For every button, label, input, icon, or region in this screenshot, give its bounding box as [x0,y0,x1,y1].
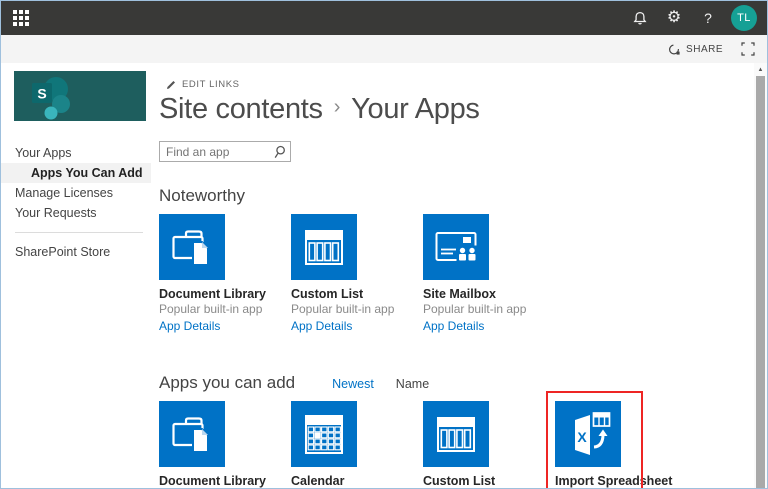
scroll-up-arrow-icon[interactable]: ▲ [754,63,767,76]
app-name: Custom List [423,474,496,488]
app-card-custom-list: Custom List Popular built-in app App Det… [291,214,423,335]
sharepoint-logo[interactable]: S [14,71,146,121]
site-mailbox-icon [435,232,478,263]
app-subtitle: Popular built-in app [159,302,263,316]
app-card-document-library: Document Library App Details [159,401,291,488]
app-details-link[interactable]: App Details [159,319,220,333]
app-name: Document Library [159,287,266,301]
sort-newest-link[interactable]: Newest [332,377,374,391]
custom-list-tile[interactable] [423,401,489,467]
sidebar-nav: Your Apps Apps You Can Add Manage Licens… [1,143,151,262]
sidebar-item-your-requests[interactable]: Your Requests [1,203,151,223]
app-launcher-icon[interactable] [13,9,30,27]
app-details-link[interactable]: App Details [291,319,352,333]
share-label: SHARE [686,43,723,55]
app-name: Import Spreadsheet [555,474,673,488]
section-noteworthy-header: Noteworthy [159,186,767,206]
import-spreadsheet-icon: X [575,412,611,455]
custom-list-icon [437,417,475,452]
share-button[interactable]: SHARE [668,43,723,56]
ribbon-bar: SHARE [1,35,767,63]
section-title: Noteworthy [159,186,245,205]
document-library-tile[interactable] [159,401,225,467]
sidebar-item-sharepoint-store[interactable]: SharePoint Store [1,242,151,262]
edit-links-button[interactable]: EDIT LINKS [166,79,767,90]
vertical-scrollbar[interactable]: ▲ [754,63,767,488]
settings-button[interactable]: ⚙ [657,1,691,35]
app-subtitle: Popular built-in app [291,302,395,316]
svg-text:X: X [577,429,587,445]
section-apps-you-can-add-header: Apps you can add Newest Name [159,373,767,393]
app-card-custom-list: Custom List App Details [423,401,555,488]
breadcrumb-separator-icon: › [333,96,341,118]
account-avatar[interactable]: TL [731,5,757,31]
share-icon [669,43,680,55]
app-card-import-spreadsheet: X Import Spreadsheet App Details [546,391,687,488]
app-card-site-mailbox: Site Mailbox Popular built-in app App De… [423,214,555,335]
gear-icon: ⚙ [666,9,682,26]
focus-icon [741,42,755,56]
sidebar-item-manage-licenses[interactable]: Manage Licenses [1,183,151,203]
calendar-icon [305,415,343,454]
app-search [159,141,291,162]
app-name: Document Library [159,474,266,488]
sort-name-link[interactable]: Name [396,377,429,391]
sidebar-divider [15,232,143,233]
suite-top-bar: ⚙ ? TL [1,1,767,35]
svg-text:S: S [37,86,46,102]
import-spreadsheet-tile[interactable]: X [555,401,621,467]
scrollbar-thumb[interactable] [756,76,765,488]
notifications-button[interactable] [623,1,657,35]
focus-on-content-button[interactable] [741,42,755,56]
section-title: Apps you can add [159,373,296,392]
sharepoint-window: ⚙ ? TL SHARE S Your Apps Apps You Can Ad… [0,0,768,489]
app-subtitle: Popular built-in app [423,302,527,316]
app-name: Calendar [291,474,345,488]
search-input[interactable] [159,141,291,162]
page-title-current: Your Apps [351,93,480,125]
sidebar-item-your-apps[interactable]: Your Apps [1,143,151,163]
breadcrumb: Site contents › Your Apps [159,93,767,126]
app-name: Site Mailbox [423,287,496,301]
document-library-tile[interactable] [159,214,225,280]
app-name: Custom List [291,287,364,301]
app-card-calendar: Calendar App Details [291,401,423,488]
breadcrumb-site-contents[interactable]: Site contents [159,93,323,126]
custom-list-icon [305,230,343,265]
app-card-document-library: Document Library Popular built-in app Ap… [159,214,291,335]
help-icon: ? [704,10,712,26]
apps-you-can-add-tiles: Document Library App Details [159,391,767,488]
calendar-tile[interactable] [291,401,357,467]
main-area: EDIT LINKS Site contents › Your Apps Not… [151,63,767,488]
pencil-icon [167,81,175,89]
custom-list-tile[interactable] [291,214,357,280]
edit-links-label: EDIT LINKS [182,79,240,90]
search-icon[interactable] [273,145,286,159]
bell-icon [633,11,647,25]
noteworthy-tiles: Document Library Popular built-in app Ap… [159,214,767,335]
document-library-icon [172,230,209,266]
document-library-icon [172,417,209,453]
page-content: S Your Apps Apps You Can Add Manage Lice… [1,63,767,488]
site-mailbox-tile[interactable] [423,214,489,280]
sidebar: S Your Apps Apps You Can Add Manage Lice… [1,63,151,488]
app-details-link[interactable]: App Details [423,319,484,333]
help-button[interactable]: ? [691,1,725,35]
sidebar-item-apps-you-can-add[interactable]: Apps You Can Add [1,163,151,183]
